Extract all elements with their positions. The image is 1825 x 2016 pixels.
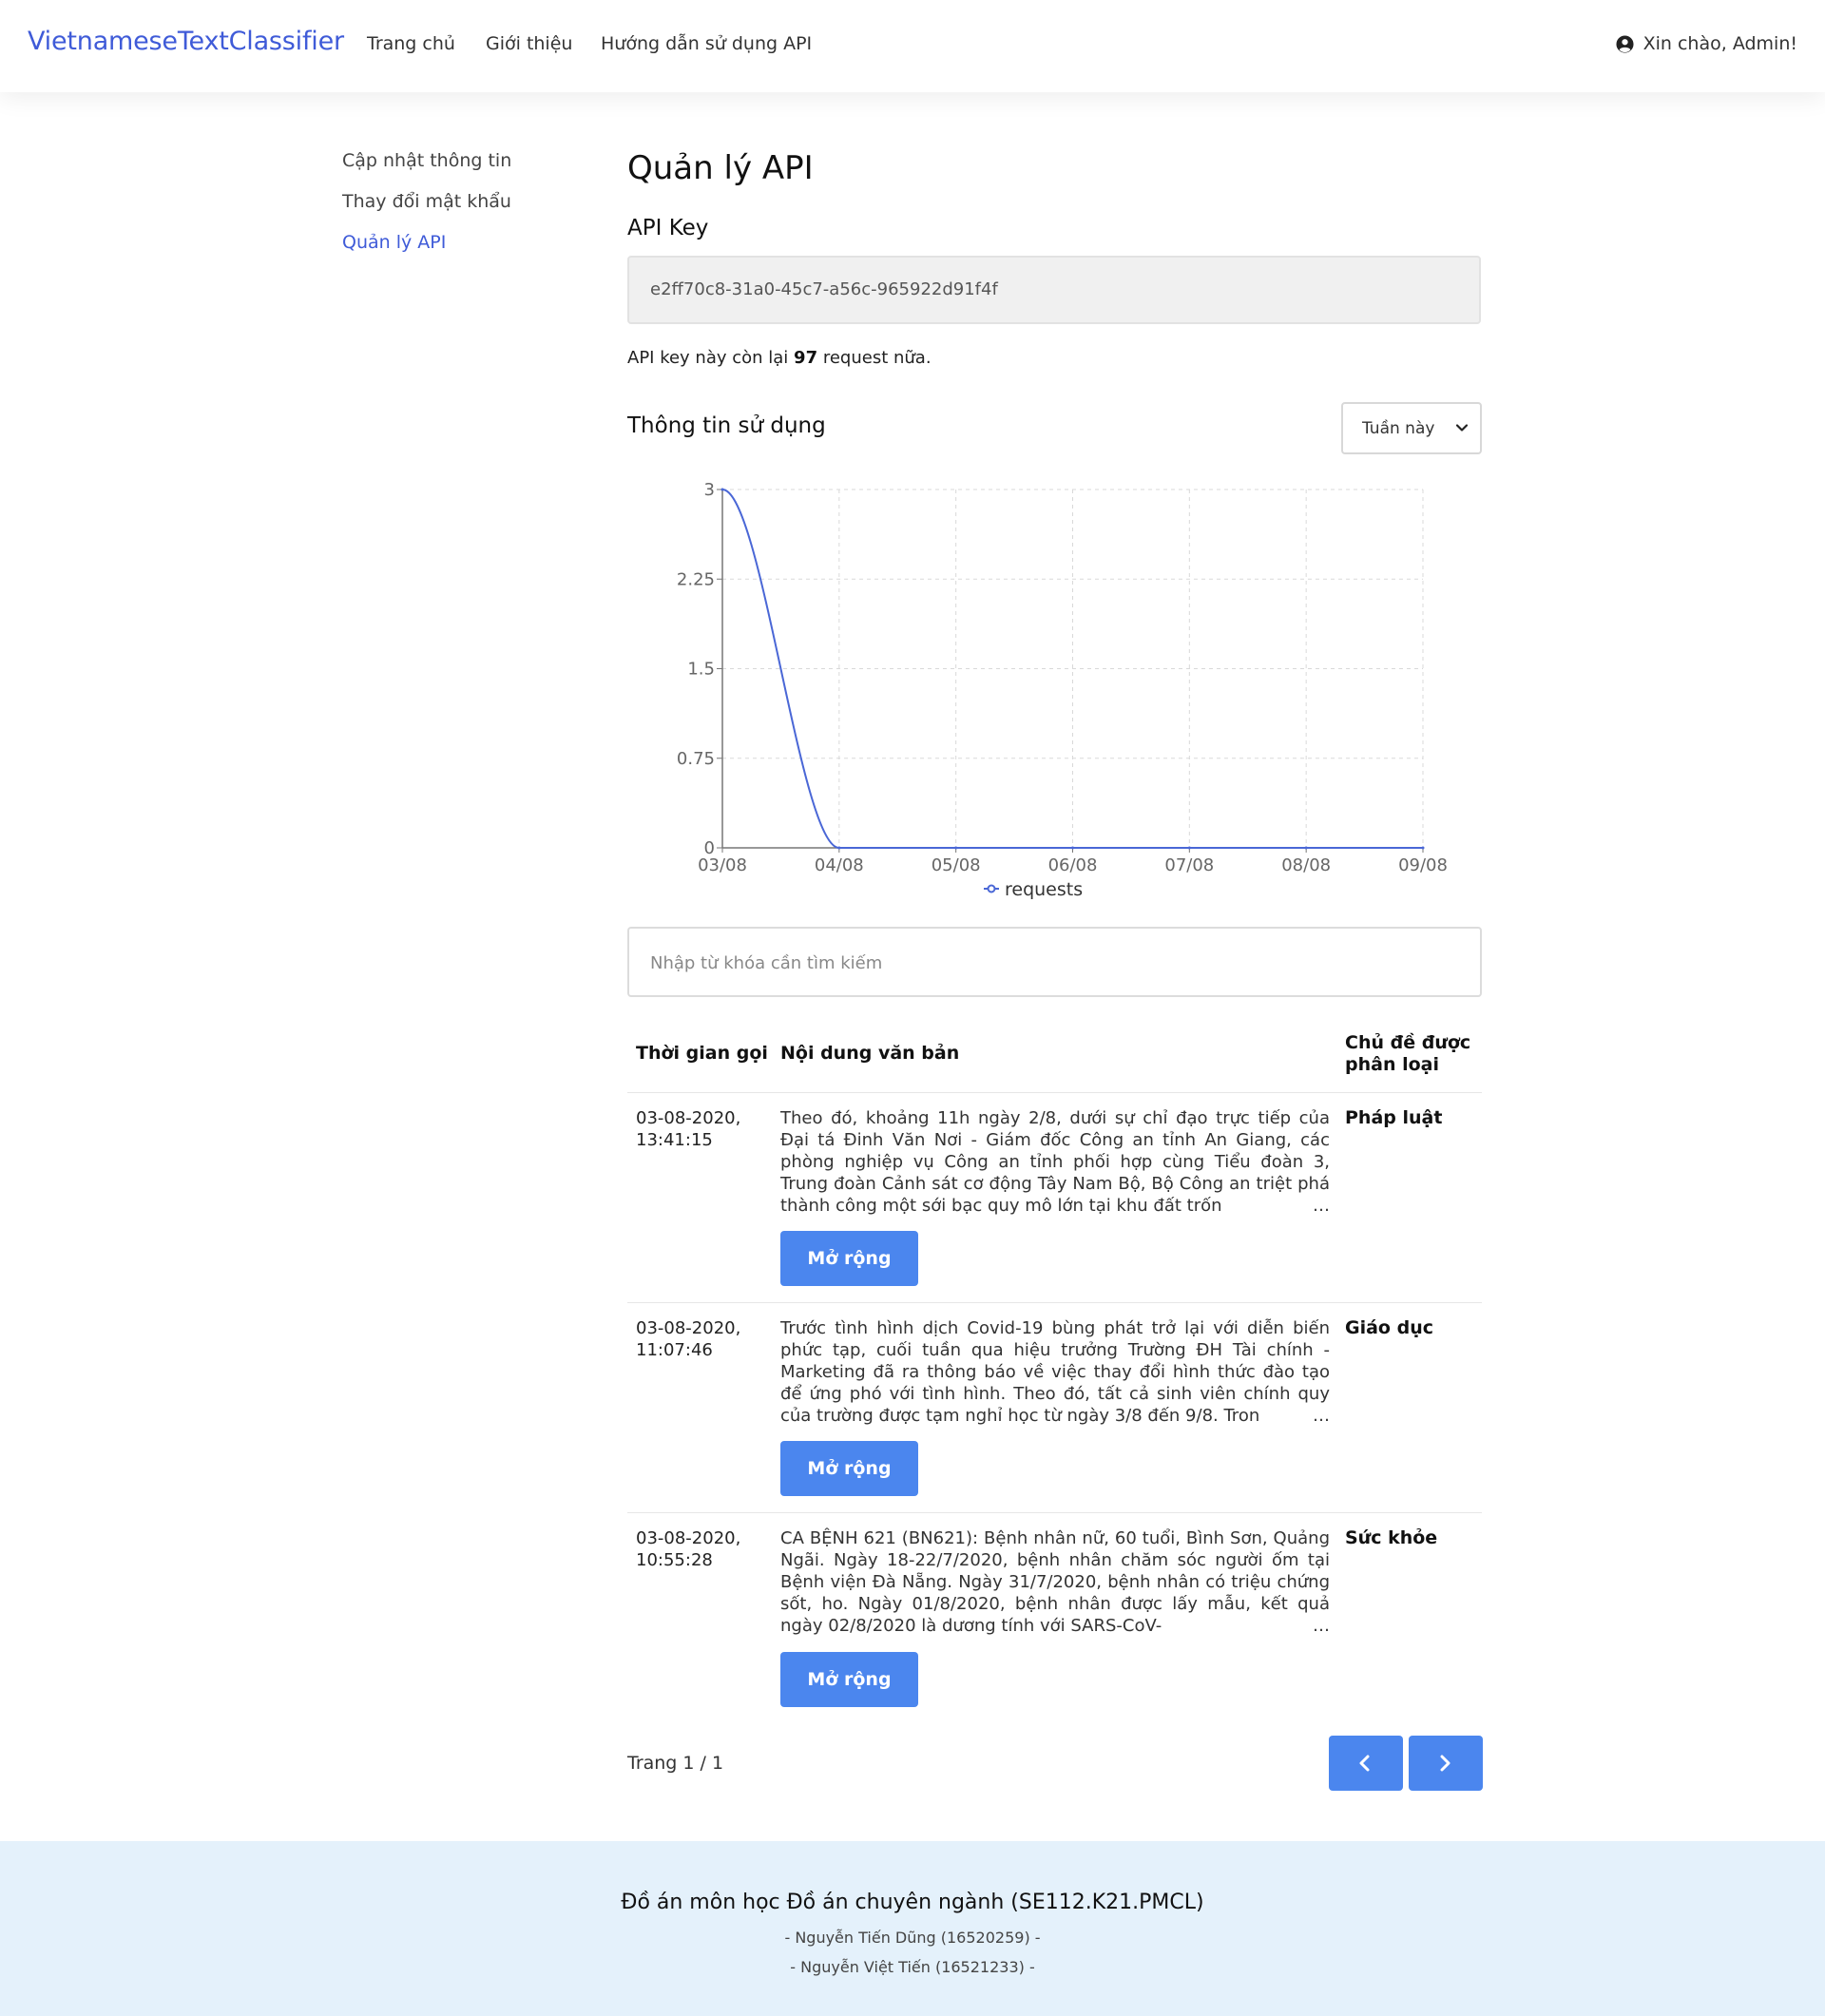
data-point xyxy=(720,488,724,491)
next-page-button[interactable] xyxy=(1409,1736,1483,1791)
data-point xyxy=(1187,846,1191,850)
column-header-content: Nội dung văn bản xyxy=(780,1043,960,1064)
x-tick-label: 04/08 xyxy=(815,855,864,875)
sidebar-item-api-management[interactable]: Quản lý API xyxy=(342,232,446,253)
row-topic: Giáo dục xyxy=(1345,1317,1433,1338)
row-text: CA BỆNH 621 (BN621): Bệnh nhân nữ, 60 tu… xyxy=(780,1527,1330,1637)
api-key-heading: API Key xyxy=(627,216,709,240)
page-footer: Đồ án môn học Đồ án chuyên ngành (SE112.… xyxy=(0,1841,1825,2016)
remaining-count: 97 xyxy=(794,348,818,368)
expand-button[interactable]: Mở rộng xyxy=(780,1652,918,1707)
user-circle-icon xyxy=(1616,34,1634,53)
x-tick-label: 06/08 xyxy=(1048,855,1098,875)
y-tick-label: 1.5 xyxy=(687,660,715,680)
page-indicator: Trang 1 / 1 xyxy=(627,1753,724,1774)
nav-about-link[interactable]: Giới thiệu xyxy=(486,33,572,54)
page-title: Quản lý API xyxy=(627,149,814,187)
top-navbar: VietnameseTextClassifier Trang chủ Giới … xyxy=(0,0,1825,92)
legend-marker-icon xyxy=(987,884,996,893)
x-tick-label: 05/08 xyxy=(932,855,981,875)
nav-api-guide-link[interactable]: Hướng dẫn sử dụng API xyxy=(601,33,812,54)
expand-button[interactable]: Mở rộng xyxy=(780,1441,918,1496)
row-topic: Sức khỏe xyxy=(1345,1527,1438,1548)
remaining-requests-text: API key này còn lại 97 request nữa. xyxy=(627,348,932,368)
x-tick-label: 08/08 xyxy=(1281,855,1331,875)
nav-home-link[interactable]: Trang chủ xyxy=(367,33,455,54)
expand-button[interactable]: Mở rộng xyxy=(780,1231,918,1286)
x-tick-label: 03/08 xyxy=(698,855,747,875)
data-point xyxy=(1421,846,1425,850)
chevron-right-icon xyxy=(1440,1755,1450,1772)
data-point xyxy=(1304,846,1308,850)
column-header-time: Thời gian gọi xyxy=(636,1043,768,1064)
row-text: Trước tình hình dịch Covid-19 bùng phát … xyxy=(780,1317,1330,1427)
sidebar-item-change-password[interactable]: Thay đổi mật khẩu xyxy=(342,191,511,212)
y-tick-label: 2.25 xyxy=(677,569,715,589)
row-divider xyxy=(627,1512,1482,1513)
sidebar-item-update-info[interactable]: Cập nhật thông tin xyxy=(342,150,511,171)
x-tick-label: 07/08 xyxy=(1164,855,1214,875)
data-point xyxy=(954,846,958,850)
data-point xyxy=(1071,846,1074,850)
period-select-value: Tuần này xyxy=(1362,419,1435,438)
prev-page-button[interactable] xyxy=(1329,1736,1403,1791)
greeting-text: Xin chào, Admin! xyxy=(1642,33,1797,54)
row-time: 03-08-2020, 11:07:46 xyxy=(636,1318,741,1360)
period-select[interactable]: Tuần này xyxy=(1341,402,1482,454)
row-text: Theo đó, khoảng 11h ngày 2/8, dưới sự ch… xyxy=(780,1107,1330,1217)
footer-title: Đồ án môn học Đồ án chuyên ngành (SE112.… xyxy=(621,1891,1204,1914)
y-tick-label: 0.75 xyxy=(677,749,715,769)
user-greeting[interactable]: Xin chào, Admin! xyxy=(1616,33,1797,54)
data-point xyxy=(837,846,841,850)
api-key-value: e2ff70c8-31a0-45c7-a56c-965922d91f4f xyxy=(650,279,998,299)
row-time: 03-08-2020, 10:55:28 xyxy=(636,1528,741,1570)
row-time: 03-08-2020, 13:41:15 xyxy=(636,1108,741,1150)
row-divider xyxy=(627,1302,1482,1303)
chevron-down-icon xyxy=(1455,424,1469,432)
search-box[interactable] xyxy=(627,927,1482,997)
header-divider xyxy=(627,1092,1482,1093)
row-topic: Pháp luật xyxy=(1345,1107,1443,1128)
usage-line-chart: 00.751.52.25303/08 04/08 05/08 06/08 07/08 08… xyxy=(677,480,1448,900)
y-tick-label: 3 xyxy=(704,480,715,500)
api-key-field[interactable]: e2ff70c8-31a0-45c7-a56c-965922d91f4f xyxy=(627,256,1481,324)
x-tick-label: 09/08 xyxy=(1398,855,1448,875)
search-input[interactable] xyxy=(648,929,1460,997)
usage-heading: Thông tin sử dụng xyxy=(627,413,826,438)
legend-label-requests: requests xyxy=(1005,879,1083,900)
footer-member: - Nguyễn Tiến Dũng (16520259) - xyxy=(784,1929,1041,1947)
footer-member: - Nguyễn Việt Tiến (16521233) - xyxy=(790,1958,1035,1976)
chevron-left-icon xyxy=(1359,1755,1370,1772)
brand-logo-link[interactable]: VietnameseTextClassifier xyxy=(28,27,344,56)
column-header-topic: Chủ đề được phân loại xyxy=(1345,1032,1471,1075)
